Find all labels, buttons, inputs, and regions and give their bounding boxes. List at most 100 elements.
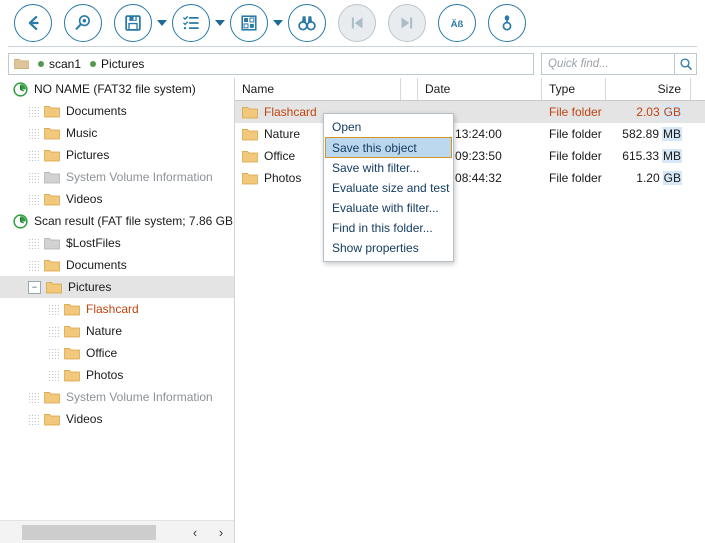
tree-node-office[interactable]: Office bbox=[0, 342, 234, 364]
breadcrumb-item-pictures[interactable]: Pictures bbox=[90, 57, 151, 71]
column-header-label: Type bbox=[549, 82, 575, 96]
column-header-date[interactable]: Date bbox=[418, 78, 542, 100]
context-menu-item-save-with-filter[interactable]: Save with filter... bbox=[324, 158, 453, 178]
folder-icon bbox=[39, 193, 66, 206]
column-header-spacer[interactable] bbox=[401, 78, 418, 100]
context-menu-item-save-this-object[interactable]: Save this object bbox=[325, 137, 452, 158]
chevron-down-icon bbox=[157, 20, 167, 26]
checklist-icon bbox=[180, 12, 202, 34]
tree-node-pictures[interactable]: Pictures bbox=[0, 144, 234, 166]
file-type-cell: File folder bbox=[542, 167, 606, 189]
tree-node-no-name-fat32-file-system[interactable]: NO NAME (FAT32 file system) bbox=[0, 78, 234, 100]
context-menu-item-show-properties[interactable]: Show properties bbox=[324, 238, 453, 258]
tree-node-label: Pictures bbox=[68, 280, 111, 294]
file-row[interactable]: FlashcardFile folder2.03GB bbox=[235, 101, 705, 123]
previous-button[interactable] bbox=[338, 4, 376, 42]
folder-icon bbox=[242, 106, 264, 119]
hex-view-button[interactable] bbox=[230, 4, 268, 42]
folder-icon bbox=[39, 149, 66, 162]
scrollbar-thumb[interactable] bbox=[22, 525, 156, 540]
back-button[interactable] bbox=[14, 4, 52, 42]
tree-node-pictures[interactable]: − Pictures bbox=[0, 276, 234, 298]
file-list-header: Name Date Type Size bbox=[235, 78, 705, 101]
tree-node-videos[interactable]: Videos bbox=[0, 408, 234, 430]
folder-icon bbox=[242, 128, 264, 141]
save-dropdown-caret[interactable] bbox=[154, 4, 170, 42]
tree-guide-dots-icon bbox=[28, 238, 39, 249]
tree-node-documents[interactable]: Documents bbox=[0, 100, 234, 122]
column-header-name[interactable]: Name bbox=[235, 78, 401, 100]
green-clock-icon bbox=[8, 82, 34, 97]
file-name-label: Office bbox=[264, 149, 295, 163]
file-row[interactable]: Photos2020 08:44:32File folder1.20GB bbox=[235, 167, 705, 189]
context-menu-item-open[interactable]: Open bbox=[324, 117, 453, 137]
scroll-right-button[interactable]: › bbox=[208, 521, 234, 543]
hex-view-dropdown-caret[interactable] bbox=[270, 4, 286, 42]
tree-node-label: Office bbox=[86, 346, 117, 360]
context-menu[interactable]: OpenSave this objectSave with filter...E… bbox=[323, 113, 454, 262]
next-button[interactable] bbox=[388, 4, 426, 42]
green-clock-icon bbox=[8, 214, 34, 229]
tree-node-nature[interactable]: Nature bbox=[0, 320, 234, 342]
folder-tree[interactable]: NO NAME (FAT32 file system)DocumentsMusi… bbox=[0, 78, 234, 520]
path-row: scan1Pictures Quick find... bbox=[8, 53, 697, 75]
tree-node-flashcard[interactable]: Flashcard bbox=[0, 298, 234, 320]
folder-icon bbox=[14, 58, 29, 70]
tree-guide-dots-icon bbox=[28, 128, 39, 139]
quick-find-input[interactable]: Quick find... bbox=[541, 53, 675, 75]
breadcrumb-dot-icon bbox=[38, 61, 44, 67]
context-menu-item-evaluate-with-filter[interactable]: Evaluate with filter... bbox=[324, 198, 453, 218]
find-button[interactable] bbox=[288, 4, 326, 42]
scroll-left-button[interactable]: ‹ bbox=[182, 521, 208, 543]
column-header-type[interactable]: Type bbox=[542, 78, 606, 100]
codepage-button[interactable]: Äß bbox=[438, 4, 476, 42]
file-row[interactable]: Nature2018 13:24:00File folder582.89MB bbox=[235, 123, 705, 145]
list-view-dropdown-caret[interactable] bbox=[212, 4, 228, 42]
file-type-cell: File folder bbox=[542, 123, 606, 145]
tree-node-system-volume-information[interactable]: System Volume Information bbox=[0, 386, 234, 408]
file-recovery-window: Äß scan1Pictures Quick find... NO NAME (… bbox=[0, 0, 705, 543]
quick-find-button[interactable] bbox=[675, 53, 697, 75]
search-icon bbox=[679, 57, 693, 71]
tree-guide-dots-icon bbox=[48, 348, 59, 359]
list-view-button[interactable] bbox=[172, 4, 210, 42]
file-size-unit: MB bbox=[662, 149, 682, 163]
grid-blocks-icon bbox=[238, 12, 260, 34]
tree-node-music[interactable]: Music bbox=[0, 122, 234, 144]
tree-node-label: Videos bbox=[66, 412, 102, 426]
save-button[interactable] bbox=[114, 4, 152, 42]
tree-node-label: $LostFiles bbox=[66, 236, 121, 250]
file-size-value: 615.33 bbox=[622, 149, 659, 163]
file-row[interactable]: Office2020 09:23:50File folder615.33MB bbox=[235, 145, 705, 167]
user-button[interactable] bbox=[488, 4, 526, 42]
toolbar-separator bbox=[8, 46, 697, 47]
breadcrumb-dot-icon bbox=[90, 61, 96, 67]
tree-horizontal-scrollbar[interactable]: ‹ › bbox=[0, 520, 234, 543]
tree-node-system-volume-information[interactable]: System Volume Information bbox=[0, 166, 234, 188]
column-header-size[interactable]: Size bbox=[606, 78, 691, 100]
folder-gray-icon bbox=[39, 237, 66, 250]
scan-button[interactable] bbox=[64, 4, 102, 42]
tree-node-lostfiles[interactable]: $LostFiles bbox=[0, 232, 234, 254]
tree-node-scan-result-fat-file-system-7-86-gb-in-56[interactable]: Scan result (FAT file system; 7.86 GB in… bbox=[0, 210, 234, 232]
file-size-cell: 1.20GB bbox=[606, 167, 691, 189]
tree-node-label: System Volume Information bbox=[66, 170, 213, 184]
tree-expander-collapse[interactable]: − bbox=[28, 281, 41, 294]
tree-node-documents[interactable]: Documents bbox=[0, 254, 234, 276]
file-list-rows[interactable]: FlashcardFile folder2.03GBNature2018 13:… bbox=[235, 101, 705, 189]
file-name-label: Photos bbox=[264, 171, 301, 185]
tree-node-videos[interactable]: Videos bbox=[0, 188, 234, 210]
breadcrumb-bar[interactable]: scan1Pictures bbox=[8, 53, 534, 75]
file-size-value: 582.89 bbox=[622, 127, 659, 141]
file-type-cell: File folder bbox=[542, 101, 606, 123]
floppy-save-icon bbox=[122, 12, 144, 34]
tree-guide-dots-icon bbox=[28, 392, 39, 403]
tree-guide-dots-icon bbox=[28, 194, 39, 205]
context-menu-item-find-in-this-folder[interactable]: Find in this folder... bbox=[324, 218, 453, 238]
person-icon bbox=[496, 12, 518, 34]
context-menu-item-label: Open bbox=[332, 120, 361, 134]
tree-guide-dots-icon bbox=[48, 304, 59, 315]
context-menu-item-evaluate-size-and-test[interactable]: Evaluate size and test bbox=[324, 178, 453, 198]
tree-node-photos[interactable]: Photos bbox=[0, 364, 234, 386]
breadcrumb-item-scan1[interactable]: scan1 bbox=[38, 57, 88, 71]
